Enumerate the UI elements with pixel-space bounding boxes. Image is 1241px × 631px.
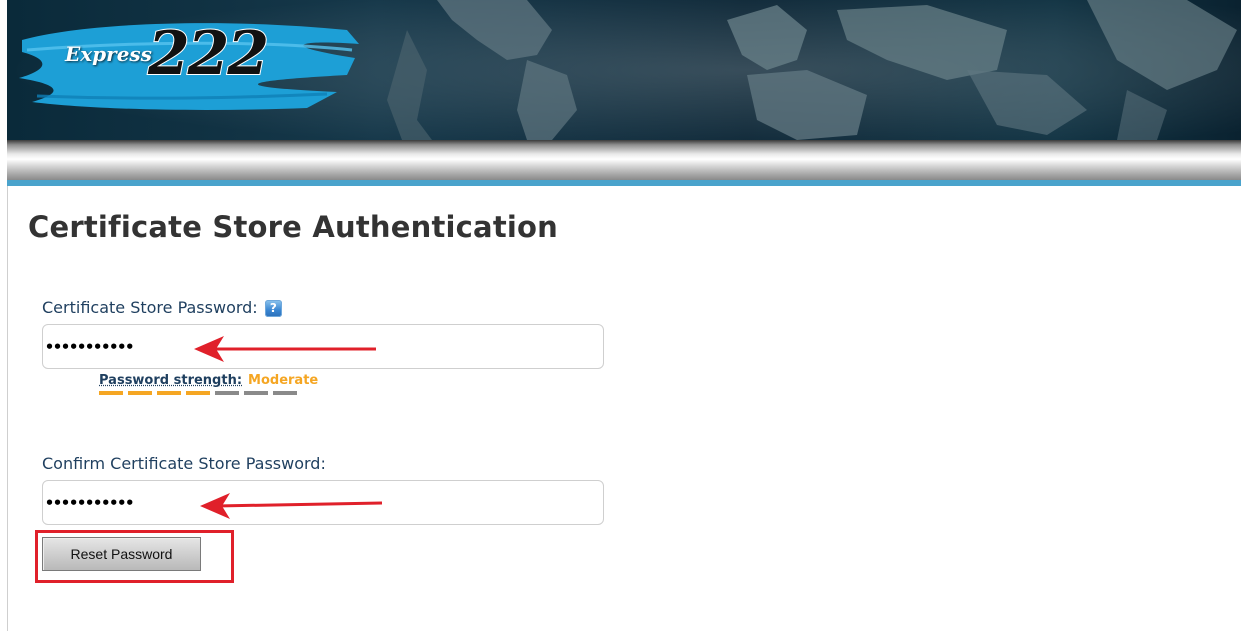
header-banner: Express 222 [7, 0, 1241, 140]
page: Express 222 Certificate Store Authentica… [0, 0, 1241, 631]
password-label: Certificate Store Password: ? [42, 298, 282, 317]
strength-segment [186, 391, 210, 395]
password-strength-value: Moderate [248, 373, 319, 388]
strength-segment [99, 391, 123, 395]
strength-segment [215, 391, 239, 395]
arrow-left-icon [194, 336, 376, 362]
confirm-password-label: Confirm Certificate Store Password: [42, 454, 326, 473]
confirm-password-masked-value: ••••••••••• [45, 493, 134, 512]
password-strength-label: Password strength: [99, 373, 243, 388]
strength-segment [128, 391, 152, 395]
strength-segment [157, 391, 181, 395]
express222-logo: Express 222 [65, 14, 270, 89]
reset-password-button[interactable]: Reset Password [42, 537, 201, 571]
help-icon[interactable]: ? [264, 300, 282, 317]
logo-222-text: 222 [147, 19, 270, 89]
logo-express-text: Express [65, 42, 152, 66]
password-label-text: Certificate Store Password: [42, 298, 258, 317]
page-title: Certificate Store Authentication [28, 210, 558, 244]
strength-segment [244, 391, 268, 395]
password-masked-value: ••••••••••• [45, 337, 134, 356]
header-divider-bar [7, 140, 1241, 180]
strength-segment [273, 391, 297, 395]
password-strength-indicator: Password strength: Moderate [99, 373, 318, 388]
arrow-left-icon [200, 493, 383, 519]
password-strength-bars [99, 391, 297, 395]
